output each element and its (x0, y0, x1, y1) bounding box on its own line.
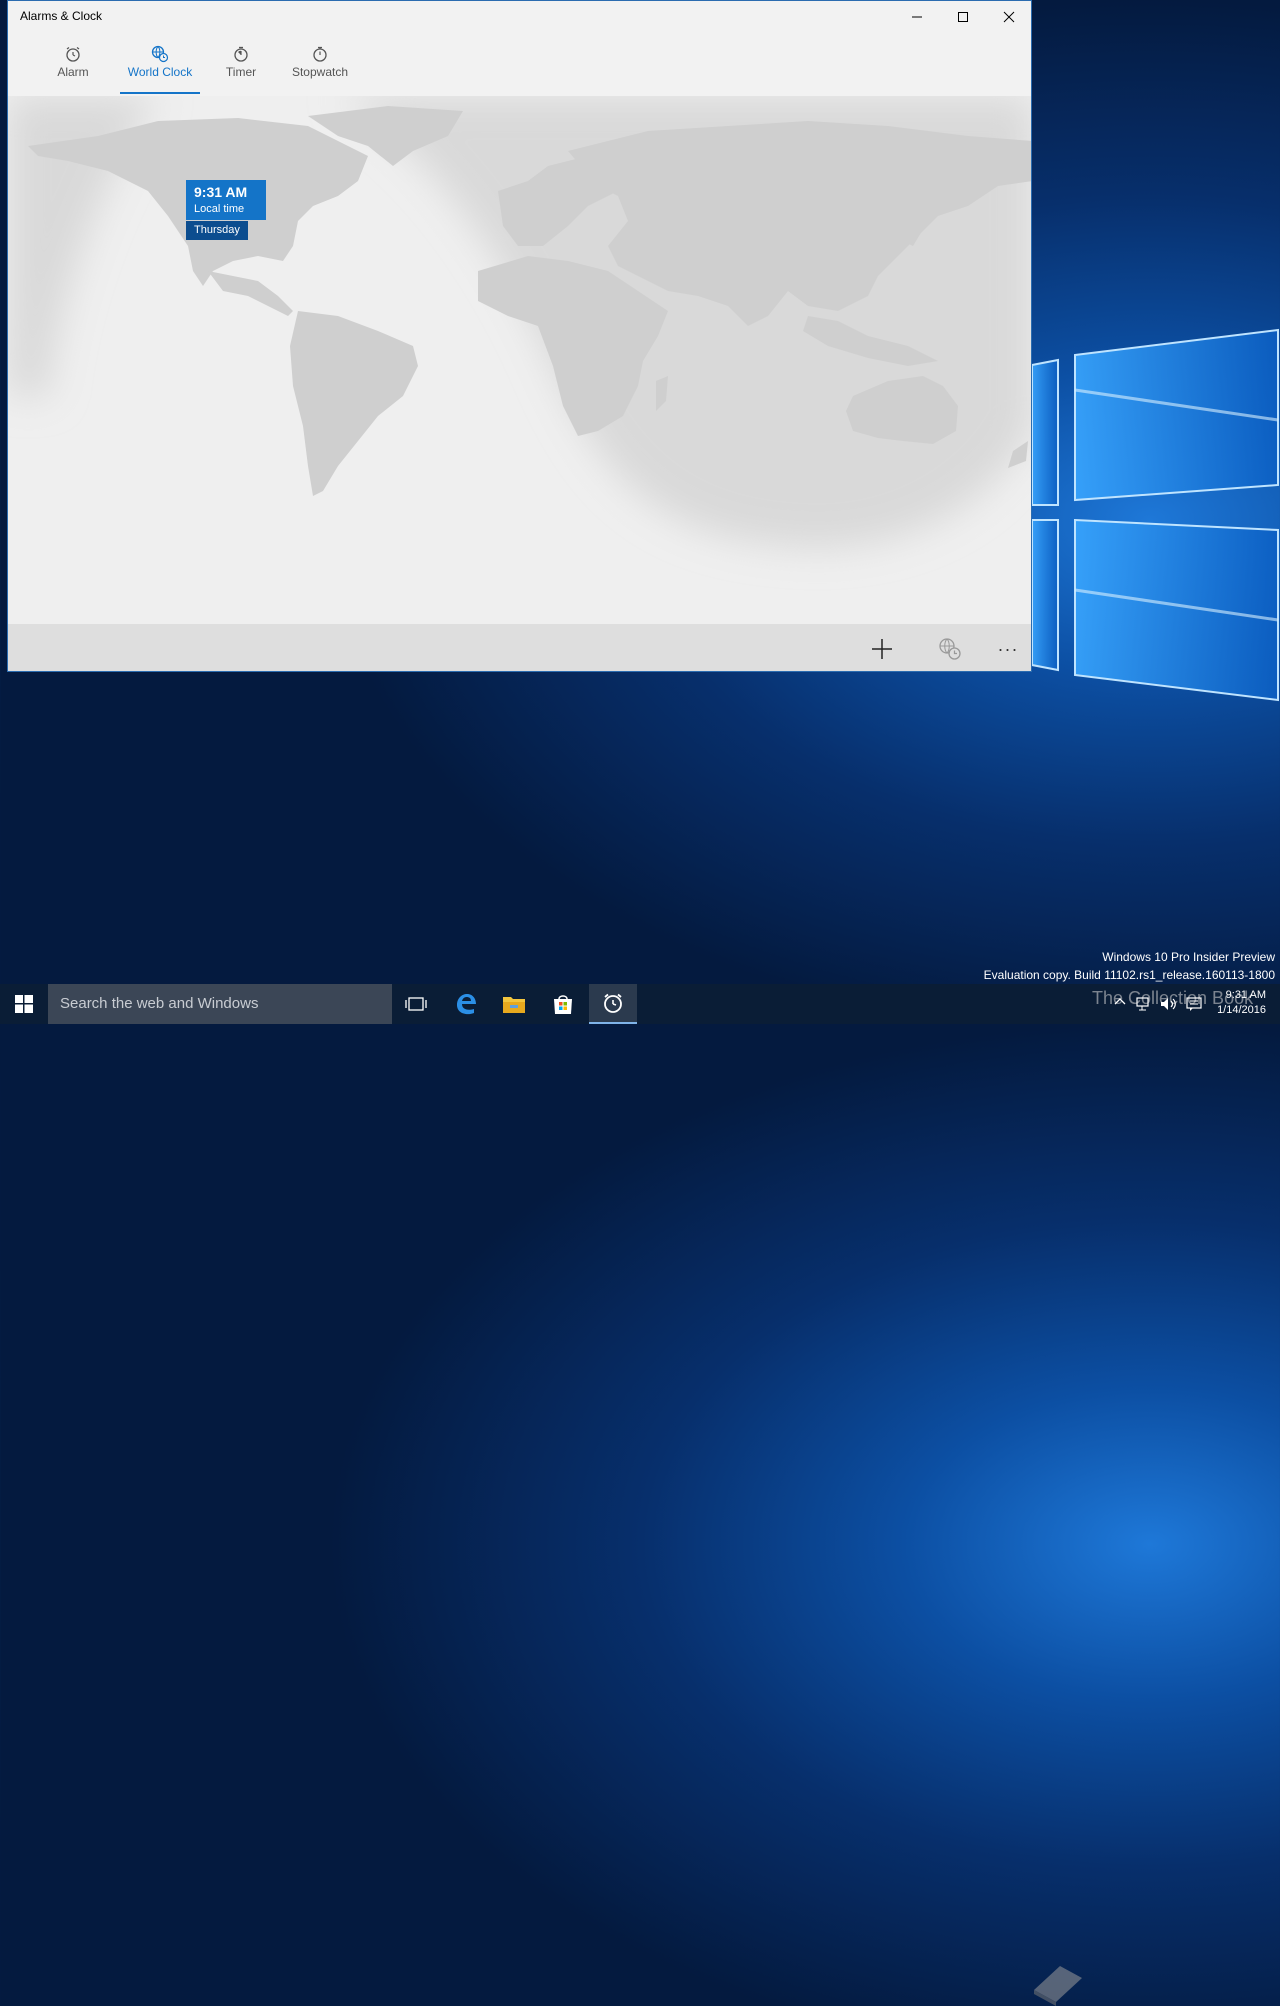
alarms-clock-taskbar-button[interactable] (589, 984, 637, 1024)
tab-label: Timer (225, 65, 257, 79)
show-hidden-icons-icon[interactable] (1114, 996, 1126, 1008)
store-button[interactable] (539, 984, 587, 1024)
world-map-area[interactable]: 9:31 AM Local time Thursday (8, 96, 1031, 624)
close-button[interactable] (986, 1, 1031, 33)
local-time-card[interactable]: 9:31 AM Local time Thursday (186, 180, 266, 240)
more-options-button[interactable]: ··· (990, 632, 1026, 666)
active-tab-indicator (120, 92, 200, 94)
compare-button[interactable] (932, 632, 968, 666)
taskbar: Search the web and Windows The Collectio… (0, 984, 1280, 2006)
maximize-icon (958, 12, 968, 22)
task-view-button[interactable] (392, 984, 440, 1024)
task-view-icon (405, 997, 427, 1011)
start-button[interactable] (0, 984, 48, 1024)
windows-desktop-logo (1031, 328, 1279, 702)
world-clock-icon (151, 45, 169, 63)
maximize-button[interactable] (940, 1, 986, 33)
action-center-icon[interactable] (1186, 996, 1202, 1012)
edge-icon (457, 994, 476, 1015)
taskbar-search-box[interactable]: Search the web and Windows (48, 984, 392, 1024)
volume-icon[interactable] (1160, 996, 1178, 1012)
add-city-button[interactable] (864, 632, 900, 666)
alarms-clock-icon (604, 993, 622, 1013)
local-time-value: 9:31 AM (194, 184, 248, 200)
local-day-label: Thursday (186, 221, 248, 240)
tab-alarm[interactable]: Alarm (56, 41, 90, 93)
edge-button[interactable] (442, 984, 490, 1024)
minimize-button[interactable] (894, 1, 940, 33)
tab-timer[interactable]: Timer (224, 41, 258, 93)
plus-icon (872, 639, 892, 659)
store-icon (554, 995, 572, 1014)
stopwatch-icon (313, 46, 327, 62)
build-watermark: Evaluation copy. Build 11102.rs1_release… (983, 968, 1275, 982)
tab-label: World Clock (127, 65, 193, 79)
local-time-box: 9:31 AM Local time (186, 180, 266, 220)
tab-stopwatch[interactable]: Stopwatch (291, 41, 349, 93)
taskbar-clock[interactable]: 9:31 AM 1/14/2016 (1217, 988, 1266, 1018)
alarms-clock-window: Alarms & Clock Alarm World Clock Timer S… (7, 0, 1032, 672)
local-time-label: Local time (194, 203, 245, 215)
tab-label: Alarm (57, 65, 89, 79)
window-title: Alarms & Clock (20, 9, 103, 23)
taskbar-date: 1/14/2016 (1217, 1004, 1266, 1016)
tab-label: Stopwatch (291, 65, 349, 79)
file-explorer-button[interactable] (490, 984, 538, 1024)
tab-world-clock[interactable]: World Clock (120, 41, 200, 94)
compare-clock-icon (939, 638, 961, 660)
alarm-clock-icon (66, 46, 80, 62)
taskbar-time: 9:31 AM (1225, 989, 1266, 1001)
timer-icon (234, 46, 248, 62)
minimize-icon (912, 16, 922, 18)
title-bar[interactable]: Alarms & Clock (8, 1, 1031, 33)
network-icon[interactable] (1136, 996, 1152, 1012)
command-bar: ··· (8, 624, 1031, 671)
windows-start-icon (15, 995, 33, 1013)
close-icon (1003, 11, 1015, 23)
collection-book-watermark-logo (1034, 1966, 1082, 2006)
file-explorer-icon (503, 997, 525, 1013)
os-edition-watermark: Windows 10 Pro Insider Preview (1102, 950, 1275, 964)
world-map (8, 96, 1031, 624)
